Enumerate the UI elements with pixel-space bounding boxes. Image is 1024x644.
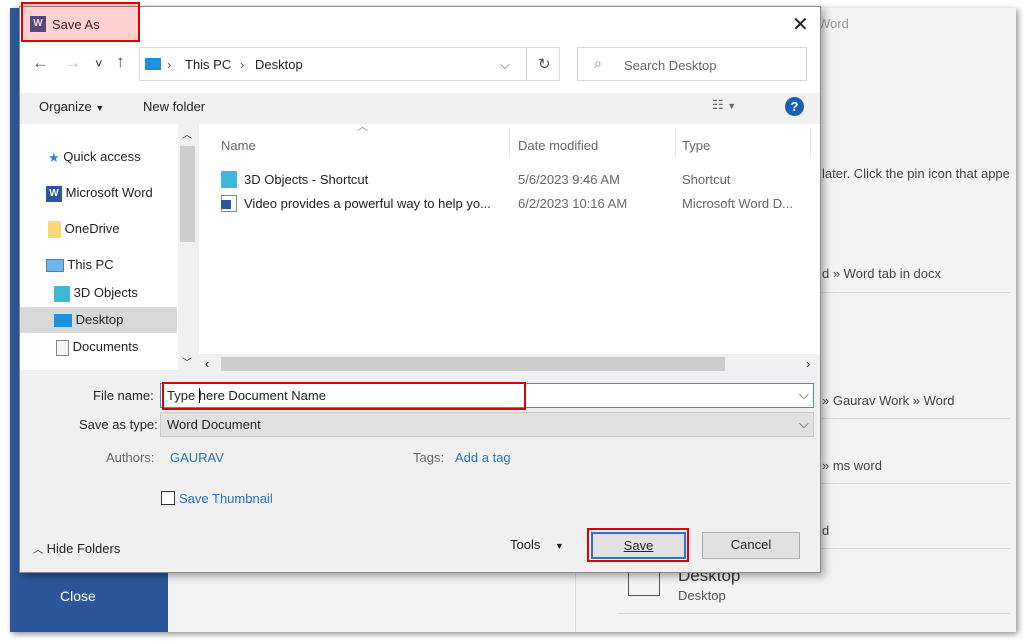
bg-text: d » Word tab in docx <box>822 266 941 281</box>
save-thumbnail-checkbox[interactable] <box>161 491 175 505</box>
tools-button[interactable]: Tools ▼ <box>510 537 564 552</box>
bg-text: » Gaurav Work » Word <box>822 393 955 408</box>
search-icon: ⌕ <box>594 55 602 71</box>
recent-locations-chevron-icon[interactable]: ˅ <box>95 56 103 71</box>
bg-text: Word <box>818 16 849 31</box>
save-type-label: Save as type: <box>79 417 158 432</box>
view-options-icon[interactable]: ☷ ▼ <box>712 97 736 113</box>
authors-value[interactable]: GAURAV <box>170 450 224 465</box>
bg-text: later. Click the pin icon that appe <box>822 166 1010 181</box>
horizontal-scrollbar[interactable]: ‹ › <box>199 354 820 374</box>
help-icon[interactable]: ? <box>785 97 804 116</box>
save-type-select[interactable]: Word Document ⌵ <box>160 412 814 437</box>
file-type: Microsoft Word D... <box>682 196 794 211</box>
nav-this-pc[interactable]: This PC <box>20 252 178 278</box>
cube-icon <box>54 285 70 302</box>
address-bar[interactable]: › This PC › Desktop ⌵ ↻ <box>139 47 560 81</box>
refresh-icon[interactable]: ↻ <box>538 55 551 73</box>
recent-location-path: Desktop <box>678 588 726 603</box>
file-name-label: File name: <box>93 388 154 403</box>
file-date: 5/6/2023 9:46 AM <box>518 172 620 187</box>
folder-icon <box>48 221 61 239</box>
chevron-down-icon[interactable]: ⌵ <box>799 416 809 432</box>
save-thumbnail-label[interactable]: Save Thumbnail <box>179 491 273 506</box>
address-row: ← → ˅ ↑ › This PC › Desktop ⌵ ↻ ⌕ Search… <box>20 43 820 93</box>
desktop-icon <box>145 58 161 70</box>
tags-input[interactable]: Add a tag <box>455 450 511 465</box>
word-doc-icon <box>221 195 237 212</box>
desktop-icon <box>54 314 72 328</box>
file-name: 3D Objects - Shortcut <box>244 172 369 187</box>
cancel-button[interactable]: Cancel <box>702 532 800 559</box>
file-date: 6/2/2023 10:16 AM <box>518 196 628 211</box>
title-bar: W Save As ✕ <box>20 7 820 43</box>
divider <box>575 573 576 632</box>
chevron-down-icon[interactable]: ⌵ <box>799 387 809 403</box>
nav-scrollbar[interactable]: ︿ ﹀ <box>178 124 197 370</box>
organize-button[interactable]: Organize ▼ <box>39 99 104 114</box>
nav-desktop[interactable]: Desktop <box>20 307 177 333</box>
nav-onedrive[interactable]: OneDrive <box>20 216 178 242</box>
divider <box>618 613 1010 614</box>
hide-folders-button[interactable]: ︿ Hide Folders <box>33 541 120 556</box>
file-list: ︿ Name Date modified Type 3D Objects - S… <box>199 121 820 374</box>
highlight-box <box>21 2 140 42</box>
close-menu-item[interactable]: Close <box>60 588 96 604</box>
nav-documents[interactable]: Documents <box>20 334 178 360</box>
nav-quick-access[interactable]: ★ Quick access <box>20 144 178 170</box>
file-row[interactable]: 3D Objects - Shortcut 5/6/2023 9:46 AM S… <box>219 170 809 192</box>
highlight-box <box>587 528 689 562</box>
computer-icon <box>46 259 64 273</box>
bg-text: » ms word <box>822 458 882 473</box>
sort-ascending-icon: ︿ <box>357 121 368 133</box>
star-icon: ★ <box>48 149 60 165</box>
search-input[interactable]: ⌕ Search Desktop <box>577 47 807 81</box>
up-arrow-icon[interactable]: ↑ <box>116 52 125 72</box>
nav-microsoft-word[interactable]: W Microsoft Word <box>20 180 178 206</box>
scrollbar-thumb[interactable] <box>221 357 725 371</box>
authors-label: Authors: <box>106 450 155 465</box>
chevron-up-icon: ︿ <box>33 545 43 556</box>
forward-arrow-icon[interactable]: → <box>64 53 81 73</box>
scrollbar-thumb[interactable] <box>180 146 195 242</box>
document-icon <box>56 339 69 356</box>
column-header-date[interactable]: Date modified <box>518 138 598 153</box>
new-folder-button[interactable]: New folder <box>143 99 205 114</box>
navigation-pane: ★ Quick access W Microsoft Word OneDrive… <box>20 124 197 370</box>
breadcrumb-this-pc[interactable]: This PC <box>185 57 231 72</box>
file-row[interactable]: Video provides a powerful way to help yo… <box>219 194 809 216</box>
save-as-dialog: W Save As ✕ ← → ˅ ↑ › This PC › Desktop … <box>19 2 821 573</box>
tags-label: Tags: <box>413 450 445 465</box>
highlight-box <box>162 382 526 410</box>
breadcrumb-desktop[interactable]: Desktop <box>255 57 303 72</box>
file-name: Video provides a powerful way to help yo… <box>244 196 491 211</box>
word-icon: W <box>46 185 62 202</box>
search-placeholder: Search Desktop <box>624 58 717 73</box>
column-header-type[interactable]: Type <box>682 138 710 153</box>
bg-text: d <box>822 523 830 538</box>
chevron-down-icon[interactable]: ⌵ <box>500 57 510 73</box>
nav-3d-objects[interactable]: 3D Objects <box>20 280 178 306</box>
shortcut-icon <box>221 171 237 188</box>
close-icon[interactable]: ✕ <box>792 12 809 37</box>
back-arrow-icon[interactable]: ← <box>32 53 49 73</box>
column-header-name[interactable]: Name <box>221 138 256 153</box>
file-type: Shortcut <box>682 172 731 187</box>
